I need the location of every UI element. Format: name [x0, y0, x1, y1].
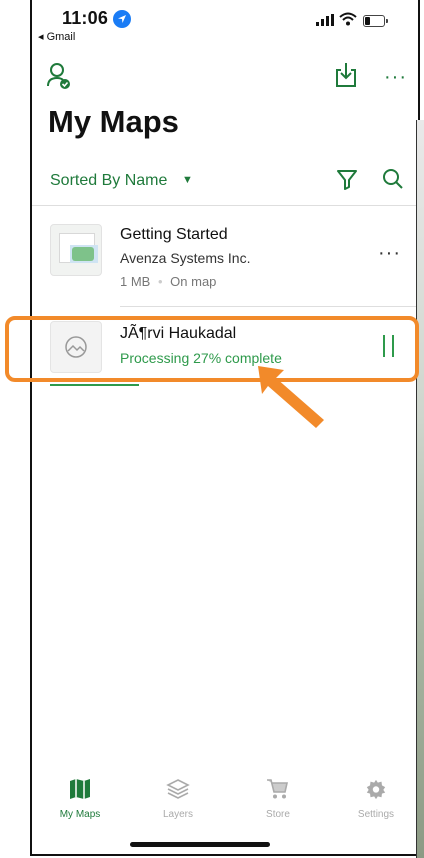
progress-bar-fill [50, 384, 140, 386]
map-title: Getting Started [120, 226, 228, 243]
battery-icon [363, 15, 388, 27]
account-button[interactable] [46, 62, 72, 95]
tab-my-maps[interactable]: My Maps [40, 778, 120, 820]
map-more-button[interactable]: ··· [378, 242, 401, 265]
tab-layers[interactable]: Layers [138, 778, 218, 820]
download-button[interactable] [334, 62, 358, 93]
status-time: 11:06 [62, 8, 109, 28]
layers-icon [166, 779, 190, 799]
map-meta: 1 MB • On map [120, 274, 216, 289]
top-action-bar: ··· [32, 58, 418, 98]
search-button[interactable] [382, 168, 404, 195]
map-list-item[interactable]: Getting Started Avenza Systems Inc. 1 MB… [32, 206, 418, 306]
cart-icon [267, 779, 288, 799]
chevron-down-icon: ▼ [182, 174, 193, 186]
sort-bar: Sorted By Name ▼ [32, 162, 418, 198]
annotation-arrow-icon [258, 366, 324, 428]
page-title: My Maps [48, 104, 179, 139]
tab-label: Layers [162, 809, 193, 820]
user-check-icon [47, 63, 70, 89]
tab-bar: My Maps Layers Store Settings [32, 778, 418, 838]
map-size: 1 MB [120, 274, 151, 289]
phone-frame: 11:06 ◂ Gmail ··· My Maps Sorted By Name… [30, 0, 420, 856]
more-options-button[interactable]: ··· [384, 66, 407, 89]
highlight-annotation-box [5, 316, 419, 382]
tab-label: Settings [357, 809, 395, 820]
sort-dropdown[interactable]: Sorted By Name [50, 172, 167, 190]
background-map-peek [416, 120, 424, 858]
map-icon [70, 779, 90, 799]
map-publisher: Avenza Systems Inc. [120, 250, 251, 266]
filter-icon [337, 170, 357, 190]
wifi-icon [339, 12, 357, 26]
tab-store[interactable]: Store [238, 778, 318, 820]
meta-separator: • [157, 274, 163, 289]
tab-label: My Maps [59, 809, 101, 820]
gear-icon [366, 779, 386, 800]
map-thumbnail [50, 224, 102, 276]
download-icon [336, 63, 356, 87]
search-icon [383, 169, 403, 189]
tab-label: Store [266, 809, 290, 820]
location-arrow-icon [113, 10, 131, 28]
back-to-app-link[interactable]: ◂ Gmail [38, 30, 75, 43]
tab-settings[interactable]: Settings [336, 778, 416, 820]
home-indicator [130, 842, 270, 847]
cellular-signal-icon [316, 14, 334, 26]
map-status: On map [170, 274, 217, 289]
filter-button[interactable] [336, 168, 358, 195]
status-bar: 11:06 ◂ Gmail [32, 6, 418, 46]
